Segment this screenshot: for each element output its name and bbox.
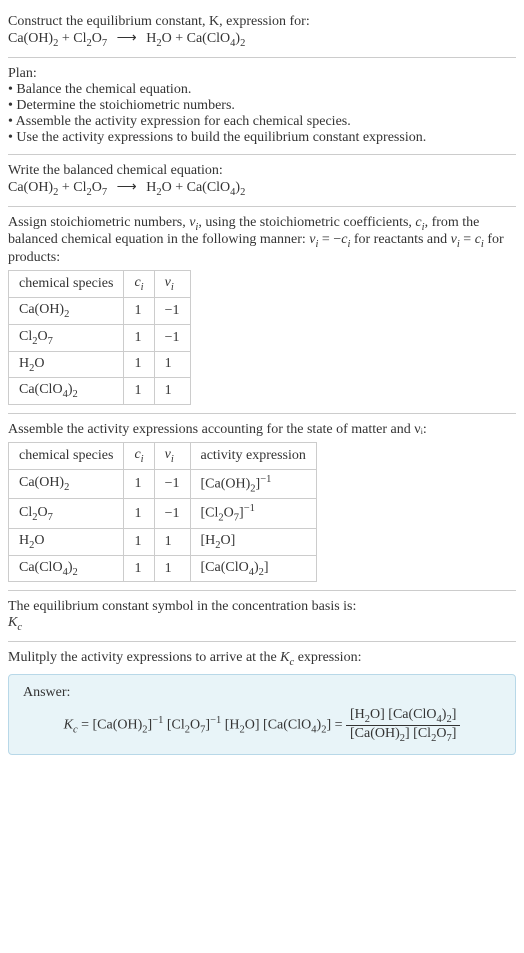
- table-cell: 1: [124, 555, 154, 582]
- intro-section: Construct the equilibrium constant, K, e…: [8, 8, 516, 55]
- plan-list: Balance the chemical equation. Determine…: [8, 82, 516, 146]
- numerator: [H2O] [Ca(ClO4)2]: [346, 707, 460, 726]
- table-cell: H2O: [9, 528, 124, 555]
- table-cell: 1: [124, 351, 154, 378]
- table-row: Cl2O7 1 −1 [Cl2O7]−1: [9, 499, 317, 528]
- divider: [8, 206, 516, 207]
- activity-section: Assemble the activity expressions accoun…: [8, 416, 516, 588]
- table-cell: [Cl2O7]−1: [190, 499, 316, 528]
- table-header: νi: [154, 443, 190, 470]
- table-cell: Ca(ClO4)2: [9, 378, 124, 405]
- table-cell: −1: [154, 469, 190, 498]
- table-cell: [Ca(ClO4)2]: [190, 555, 316, 582]
- table-header: ci: [124, 271, 154, 298]
- table-header: ci: [124, 443, 154, 470]
- table-row: H2O 1 1: [9, 351, 191, 378]
- stoich-table: chemical species ci νi Ca(OH)2 1 −1 Cl2O…: [8, 270, 191, 405]
- activity-text: Assemble the activity expressions accoun…: [8, 422, 516, 438]
- table-header: activity expression: [190, 443, 316, 470]
- table-cell: 1: [154, 378, 190, 405]
- plan-item: Assemble the activity expression for eac…: [8, 114, 516, 130]
- plan-item: Use the activity expressions to build th…: [8, 130, 516, 146]
- intro-text: Construct the equilibrium constant, K, e…: [8, 14, 310, 29]
- table-cell: Ca(OH)2: [9, 297, 124, 324]
- intro-line: Construct the equilibrium constant, K, e…: [8, 14, 516, 30]
- multiply-section: Mulitply the activity expressions to arr…: [8, 644, 516, 760]
- table-cell: 1: [124, 469, 154, 498]
- divider: [8, 413, 516, 414]
- stoich-text: Assign stoichiometric numbers, νi, using…: [8, 215, 516, 267]
- answer-expression: Kc = [Ca(OH)2]−1 [Cl2O7]−1 [H2O] [Ca(ClO…: [23, 707, 501, 744]
- table-cell: 1: [154, 555, 190, 582]
- table-cell: 1: [124, 528, 154, 555]
- stoich-section: Assign stoichiometric numbers, νi, using…: [8, 209, 516, 412]
- table-header-row: chemical species ci νi: [9, 271, 191, 298]
- fraction: [H2O] [Ca(ClO4)2] [Ca(OH)2] [Cl2O7]: [346, 707, 460, 744]
- balanced-section: Write the balanced chemical equation: Ca…: [8, 157, 516, 204]
- divider: [8, 154, 516, 155]
- plan-section: Plan: Balance the chemical equation. Det…: [8, 60, 516, 152]
- table-cell: 1: [124, 499, 154, 528]
- table-cell: [Ca(OH)2]−1: [190, 469, 316, 498]
- table-cell: 1: [154, 528, 190, 555]
- table-cell: Ca(OH)2: [9, 469, 124, 498]
- eq-symbol-text: The equilibrium constant symbol in the c…: [8, 599, 516, 615]
- table-cell: 1: [124, 378, 154, 405]
- reaction-arrow-icon: ⟶: [117, 180, 137, 195]
- balanced-equation: Ca(OH)2 + Cl2O7 ⟶ H2O + Ca(ClO4)2: [8, 179, 516, 198]
- table-cell: −1: [154, 324, 190, 351]
- table-cell: Cl2O7: [9, 499, 124, 528]
- table-cell: 1: [124, 297, 154, 324]
- balanced-title: Write the balanced chemical equation:: [8, 163, 516, 179]
- table-cell: Cl2O7: [9, 324, 124, 351]
- denominator: [Ca(OH)2] [Cl2O7]: [346, 726, 460, 744]
- multiply-text: Mulitply the activity expressions to arr…: [8, 650, 516, 668]
- table-header: νi: [154, 271, 190, 298]
- eq-symbol-section: The equilibrium constant symbol in the c…: [8, 593, 516, 639]
- activity-table: chemical species ci νi activity expressi…: [8, 442, 317, 582]
- table-cell: Ca(ClO4)2: [9, 555, 124, 582]
- intro-equation: Ca(OH)2 + Cl2O7 ⟶ H2O + Ca(ClO4)2: [8, 30, 516, 49]
- divider: [8, 590, 516, 591]
- table-cell: [H2O]: [190, 528, 316, 555]
- table-header: chemical species: [9, 443, 124, 470]
- plan-item: Determine the stoichiometric numbers.: [8, 98, 516, 114]
- table-row: Ca(ClO4)2 1 1 [Ca(ClO4)2]: [9, 555, 317, 582]
- reaction-arrow-icon: ⟶: [117, 31, 137, 46]
- table-row: Ca(ClO4)2 1 1: [9, 378, 191, 405]
- table-row: Cl2O7 1 −1: [9, 324, 191, 351]
- table-row: Ca(OH)2 1 −1 [Ca(OH)2]−1: [9, 469, 317, 498]
- answer-box: Answer: Kc = [Ca(OH)2]−1 [Cl2O7]−1 [H2O]…: [8, 674, 516, 755]
- plan-title: Plan:: [8, 66, 516, 82]
- plan-item: Balance the chemical equation.: [8, 82, 516, 98]
- table-cell: −1: [154, 297, 190, 324]
- eq-symbol: Kc: [8, 615, 516, 633]
- answer-label: Answer:: [23, 685, 501, 701]
- table-cell: 1: [154, 351, 190, 378]
- table-row: H2O 1 1 [H2O]: [9, 528, 317, 555]
- table-cell: 1: [124, 324, 154, 351]
- divider: [8, 641, 516, 642]
- table-header: chemical species: [9, 271, 124, 298]
- table-row: Ca(OH)2 1 −1: [9, 297, 191, 324]
- table-header-row: chemical species ci νi activity expressi…: [9, 443, 317, 470]
- table-cell: H2O: [9, 351, 124, 378]
- divider: [8, 57, 516, 58]
- table-cell: −1: [154, 499, 190, 528]
